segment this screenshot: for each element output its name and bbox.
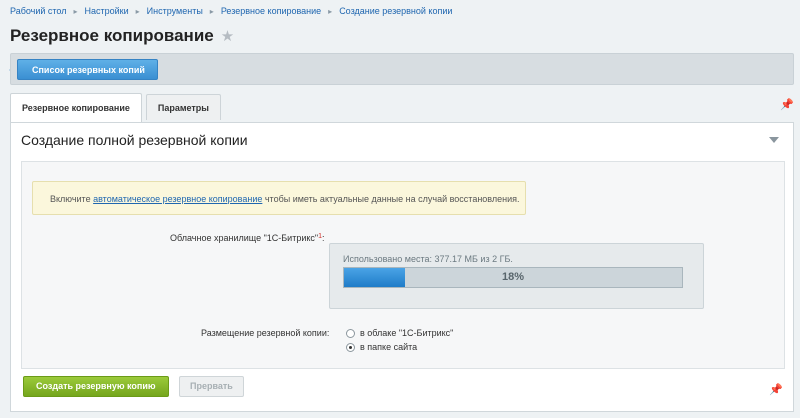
auto-backup-notice: Включите автоматическое резервное копиро… <box>32 181 526 215</box>
notice-text-before: Включите <box>50 194 94 204</box>
collapse-icon[interactable] <box>769 137 779 143</box>
storage-progress-bar: 18% <box>343 267 683 288</box>
backup-panel: Создание полной резервной копии Включите… <box>10 122 794 412</box>
storage-usage-box: Использовано места: 377.17 МБ из 2 ГБ. 1… <box>329 243 704 309</box>
breadcrumb-item-tools[interactable]: Инструменты <box>147 6 203 16</box>
breadcrumb-item-desktop[interactable]: Рабочий стол <box>10 6 67 16</box>
cloud-storage-label-text: Облачное хранилище "1С-Битрикс" <box>170 233 319 243</box>
form-area: Включите автоматическое резервное копиро… <box>21 161 785 369</box>
placement-label: Размещение резервной копии: <box>201 328 330 338</box>
pin-icon[interactable]: 📌 <box>769 383 783 396</box>
radio-cloud[interactable]: в облаке "1С-Битрикс" <box>346 328 453 338</box>
create-backup-button[interactable]: Создать резервную копию <box>23 376 169 397</box>
breadcrumb-item-settings[interactable]: Настройки <box>85 6 129 16</box>
page-title-row: Резервное копирование ★ <box>10 26 234 46</box>
breadcrumb-item-backup[interactable]: Резервное копирование <box>221 6 321 16</box>
tab-bar: Резервное копирование Параметры <box>10 93 225 122</box>
pin-icon[interactable]: 📌 <box>780 98 794 111</box>
toolbar: Список резервных копий <box>10 53 794 85</box>
radio-site-folder-label: в папке сайта <box>360 342 418 352</box>
breadcrumb-separator: ▸ <box>73 6 78 16</box>
breadcrumb-separator: ▸ <box>135 6 140 16</box>
breadcrumb-item-create-backup[interactable]: Создание резервной копии <box>339 6 452 16</box>
section-title: Создание полной резервной копии <box>21 132 248 148</box>
star-icon[interactable]: ★ <box>221 27 234 45</box>
radio-site-folder[interactable]: в папке сайта <box>346 342 417 352</box>
breadcrumb-separator: ▸ <box>209 6 214 16</box>
backup-list-button[interactable]: Список резервных копий <box>17 59 158 80</box>
notice-text-after: чтобы иметь актуальные данные на случай … <box>262 194 520 204</box>
tab-parameters[interactable]: Параметры <box>145 94 221 120</box>
breadcrumb-separator: ▸ <box>328 6 333 16</box>
radio-cloud-label: в облаке "1С-Битрикс" <box>360 328 454 338</box>
radio-button[interactable] <box>346 342 355 352</box>
breadcrumb: Рабочий стол ▸ Настройки ▸ Инструменты ▸… <box>10 6 452 16</box>
abort-button[interactable]: Прервать <box>179 376 244 397</box>
storage-usage-text: Использовано места: 377.17 МБ из 2 ГБ. <box>343 254 513 264</box>
cloud-storage-label: Облачное хранилище "1С-Битрикс"1: <box>170 233 325 243</box>
cloud-storage-label-colon: : <box>322 233 325 243</box>
radio-button[interactable] <box>346 328 355 338</box>
progress-percent: 18% <box>501 271 525 283</box>
page-title: Резервное копирование <box>10 26 214 45</box>
tab-backup[interactable]: Резервное копирование <box>10 93 142 122</box>
auto-backup-link[interactable]: автоматическое резервное копирование <box>93 194 262 204</box>
